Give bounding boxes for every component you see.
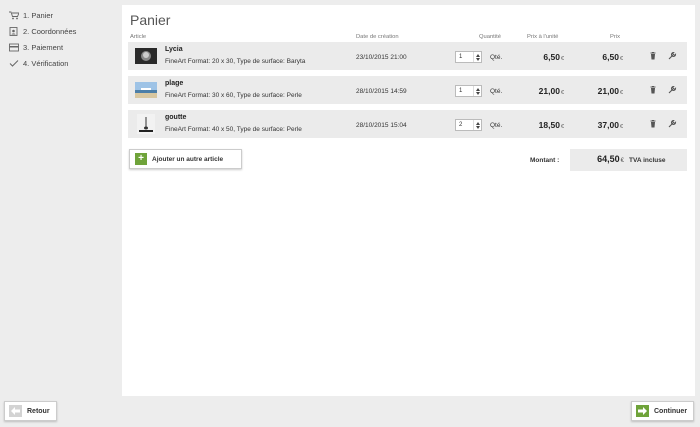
back-button[interactable]: Retour: [4, 401, 57, 421]
spin-arrows-icon[interactable]: [473, 52, 481, 62]
product-description: FineArt Format: 40 x 50, Type de surface…: [165, 126, 302, 133]
trash-icon[interactable]: [650, 86, 656, 94]
address-card-icon: [8, 26, 20, 36]
wrench-icon[interactable]: [668, 85, 677, 94]
cart-panel: Panier Article Date de création Quantité…: [122, 5, 695, 396]
quantity-value[interactable]: 1: [456, 54, 473, 60]
product-name: goutte: [165, 114, 187, 121]
creation-date: 28/10/2015 14:59: [356, 88, 407, 95]
spin-arrows-icon[interactable]: [473, 120, 481, 130]
arrow-left-icon: [9, 405, 22, 417]
line-price: 21,00€: [597, 86, 623, 96]
add-article-button[interactable]: + Ajouter un autre article: [129, 149, 242, 169]
total-label: Montant :: [530, 157, 560, 164]
header-date: Date de création: [356, 34, 399, 40]
trash-icon[interactable]: [650, 120, 656, 128]
add-article-label: Ajouter un autre article: [152, 155, 224, 163]
credit-card-icon: [8, 42, 20, 52]
arrow-right-icon: [636, 405, 649, 417]
page-title: Panier: [130, 12, 171, 28]
step-label: 2. Coordonnées: [23, 26, 77, 36]
checkmark-icon: [8, 58, 20, 68]
quantity-stepper[interactable]: 1: [455, 85, 482, 97]
wrench-icon[interactable]: [668, 119, 677, 128]
trash-icon[interactable]: [650, 52, 656, 60]
step-label: 3. Paiement: [23, 42, 64, 52]
table-row: Lycia FineArt Format: 20 x 30, Type de s…: [128, 42, 687, 70]
step-payment[interactable]: 3. Paiement: [8, 39, 118, 55]
spin-arrows-icon[interactable]: [473, 86, 481, 96]
quantity-suffix: Qté.: [490, 54, 503, 61]
continue-button[interactable]: Continuer: [631, 401, 694, 421]
back-label: Retour: [27, 407, 50, 415]
creation-date: 23/10/2015 21:00: [356, 54, 407, 61]
line-price: 37,00€: [597, 120, 623, 130]
header-price: Prix: [610, 34, 620, 40]
header-unit-price: Prix à l'unité: [527, 34, 559, 40]
checkout-steps: 1. Panier 2. Coordonnées 3. Paiement 4. …: [8, 7, 118, 71]
table-header: Article Date de création Quantité Prix à…: [122, 34, 695, 42]
unit-price: 21,00€: [538, 86, 564, 96]
product-thumbnail[interactable]: [135, 82, 157, 98]
step-verification[interactable]: 4. Vérification: [8, 55, 118, 71]
quantity-suffix: Qté.: [490, 122, 503, 129]
quantity-stepper[interactable]: 1: [455, 51, 482, 63]
product-name: Lycia: [165, 46, 183, 53]
step-address[interactable]: 2. Coordonnées: [8, 23, 118, 39]
plus-icon: +: [135, 153, 147, 165]
step-label: 1. Panier: [23, 10, 54, 20]
total-amount: 64,50€: [597, 154, 624, 164]
product-description: FineArt Format: 20 x 30, Type de surface…: [165, 58, 306, 65]
continue-label: Continuer: [654, 407, 688, 415]
quantity-suffix: Qté.: [490, 88, 503, 95]
creation-date: 28/10/2015 15:04: [356, 122, 407, 129]
quantity-value[interactable]: 1: [456, 88, 473, 94]
step-cart[interactable]: 1. Panier: [8, 7, 118, 23]
quantity-value[interactable]: 2: [456, 122, 473, 128]
tax-note: TVA incluse: [629, 157, 666, 164]
line-price: 6,50€: [602, 52, 623, 62]
header-article: Article: [130, 34, 147, 40]
product-thumbnail[interactable]: [135, 48, 157, 64]
unit-price: 6,50€: [543, 52, 564, 62]
product-thumbnail[interactable]: [137, 114, 155, 134]
step-label: 4. Vérification: [23, 58, 69, 68]
product-description: FineArt Format: 30 x 60, Type de surface…: [165, 92, 302, 99]
total-box: 64,50€ TVA incluse: [570, 149, 687, 171]
unit-price: 18,50€: [538, 120, 564, 130]
wrench-icon[interactable]: [668, 51, 677, 60]
table-row: goutte FineArt Format: 40 x 50, Type de …: [128, 110, 687, 138]
header-quantity: Quantité: [479, 34, 501, 40]
table-row: plage FineArt Format: 30 x 60, Type de s…: [128, 76, 687, 104]
product-name: plage: [165, 80, 184, 87]
cart-icon: [8, 10, 20, 20]
quantity-stepper[interactable]: 2: [455, 119, 482, 131]
